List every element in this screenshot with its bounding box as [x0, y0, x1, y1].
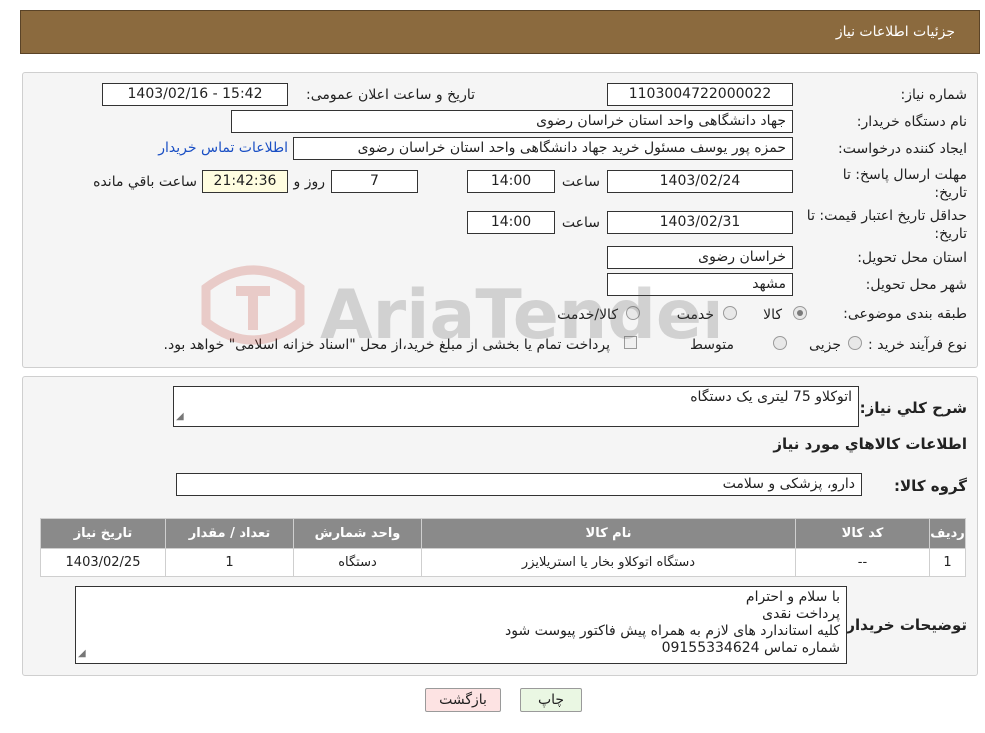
- page-title: جزئیات اطلاعات نیاز: [835, 24, 955, 40]
- need-number-label: شماره نیاز:: [900, 87, 968, 103]
- category-goods-label: کالا: [763, 307, 782, 323]
- validity-time-label: ساعت: [561, 215, 600, 231]
- validity-date-field: 1403/02/31: [607, 211, 793, 234]
- cell-row-no: 1: [929, 548, 966, 577]
- col-header-quantity: تعداد / مقدار: [165, 518, 294, 549]
- need-number-field: 1103004722000022: [607, 83, 793, 106]
- buyer-notes-textarea[interactable]: با سلام و احترام پرداخت نقدی کلیه استاند…: [75, 586, 847, 664]
- cell-need-date: 1403/02/25: [40, 548, 166, 577]
- goods-table-header: ردیف کد کالا نام کالا واحد شمارش تعداد /…: [40, 518, 966, 549]
- goods-info-title: اطلاعات کالاهاي مورد نياز: [773, 435, 967, 453]
- process-label: نوع فرآیند خرید :: [868, 337, 967, 353]
- buyer-notes-label: توضیحات خریدار:: [840, 616, 967, 634]
- remaining-label: ساعت باقي مانده: [93, 174, 197, 190]
- province-field: خراسان رضوی: [607, 246, 793, 269]
- announce-datetime-field: 1403/02/16 - 15:42: [102, 83, 288, 106]
- buyer-org-label: نام دستگاه خریدار:: [856, 114, 967, 130]
- reply-time-field: 14:00: [467, 170, 555, 193]
- validity-time-field: 14:00: [467, 211, 555, 234]
- process-medium-label: متوسط: [690, 337, 734, 353]
- requester-label: ایجاد کننده درخواست:: [838, 141, 967, 157]
- reply-date-field: 1403/02/24: [607, 170, 793, 193]
- buyer-notes-line: پرداخت نقدی: [762, 606, 840, 622]
- days-field: 7: [331, 170, 418, 193]
- summary-text: اتوکلاو 75 لیتری یک دستگاه: [690, 389, 852, 405]
- announce-label: تاریخ و ساعت اعلان عمومی:: [306, 87, 475, 103]
- cell-name: دستگاه اتوکلاو بخار یا استریلایزر: [421, 548, 796, 577]
- buyer-contact-link[interactable]: اطلاعات تماس خریدار: [158, 140, 288, 156]
- treasury-checkbox[interactable]: [624, 336, 637, 349]
- cell-unit: دستگاه: [293, 548, 422, 577]
- table-row: 1 -- دستگاه اتوکلاو بخار یا استریلایزر د…: [40, 548, 966, 577]
- requester-field: حمزه پور یوسف مسئول خرید جهاد دانشگاهی و…: [293, 137, 793, 160]
- category-goods-radio[interactable]: [793, 306, 807, 320]
- col-header-code: کد کالا: [795, 518, 930, 549]
- category-label: طبقه بندی موضوعی:: [843, 306, 967, 322]
- process-note: پرداخت تمام یا بخشی از مبلغ خرید،از محل …: [163, 337, 610, 353]
- category-service-label: خدمت: [676, 307, 714, 323]
- print-button[interactable]: چاپ: [520, 688, 582, 712]
- days-label: روز و: [293, 174, 326, 190]
- resize-grip-icon[interactable]: ◢: [78, 645, 86, 662]
- price-validity-label: حداقل تاریخ اعتبار قیمت: تا تاریخ:: [806, 208, 967, 242]
- process-minor-radio[interactable]: [848, 336, 862, 350]
- col-header-row-no: ردیف: [929, 518, 966, 549]
- col-header-need-date: تاریخ نیاز: [40, 518, 166, 549]
- goods-group-field: دارو، پزشکی و سلامت: [176, 473, 862, 496]
- goods-group-label: گروه کالا:: [894, 477, 967, 495]
- page-header: جزئیات اطلاعات نیاز: [20, 10, 980, 54]
- city-label: شهر محل تحویل:: [865, 277, 967, 293]
- buyer-notes-line: شماره تماس 09155334624: [661, 640, 840, 656]
- summary-textarea[interactable]: اتوکلاو 75 لیتری یک دستگاه ◢: [173, 386, 859, 427]
- reply-time-label: ساعت: [561, 174, 600, 190]
- back-button[interactable]: بازگشت: [425, 688, 501, 712]
- goods-table: ردیف کد کالا نام کالا واحد شمارش تعداد /…: [40, 518, 966, 577]
- category-service-radio[interactable]: [723, 306, 737, 320]
- province-label: استان محل تحویل:: [857, 250, 967, 266]
- cell-quantity: 1: [165, 548, 294, 577]
- buyer-notes-line: کلیه استاندارد های لازم به همراه پیش فاک…: [504, 623, 840, 639]
- buyer-notes-line: با سلام و احترام: [745, 589, 840, 605]
- process-minor-label: جزیی: [809, 337, 841, 353]
- reply-deadline-label: مهلت ارسال پاسخ: تا تاریخ:: [842, 167, 967, 201]
- resize-grip-icon[interactable]: ◢: [176, 408, 184, 425]
- cell-code: --: [795, 548, 930, 577]
- category-goods-service-label: کالا/خدمت: [557, 307, 618, 323]
- summary-label: شرح کلي نياز:: [859, 399, 967, 417]
- col-header-name: نام کالا: [421, 518, 796, 549]
- category-goods-service-radio[interactable]: [626, 306, 640, 320]
- city-field: مشهد: [607, 273, 793, 296]
- process-medium-radio[interactable]: [773, 336, 787, 350]
- remaining-time-field: 21:42:36: [202, 170, 288, 193]
- buyer-org-field: جهاد دانشگاهی واحد استان خراسان رضوی: [231, 110, 793, 133]
- col-header-unit: واحد شمارش: [293, 518, 422, 549]
